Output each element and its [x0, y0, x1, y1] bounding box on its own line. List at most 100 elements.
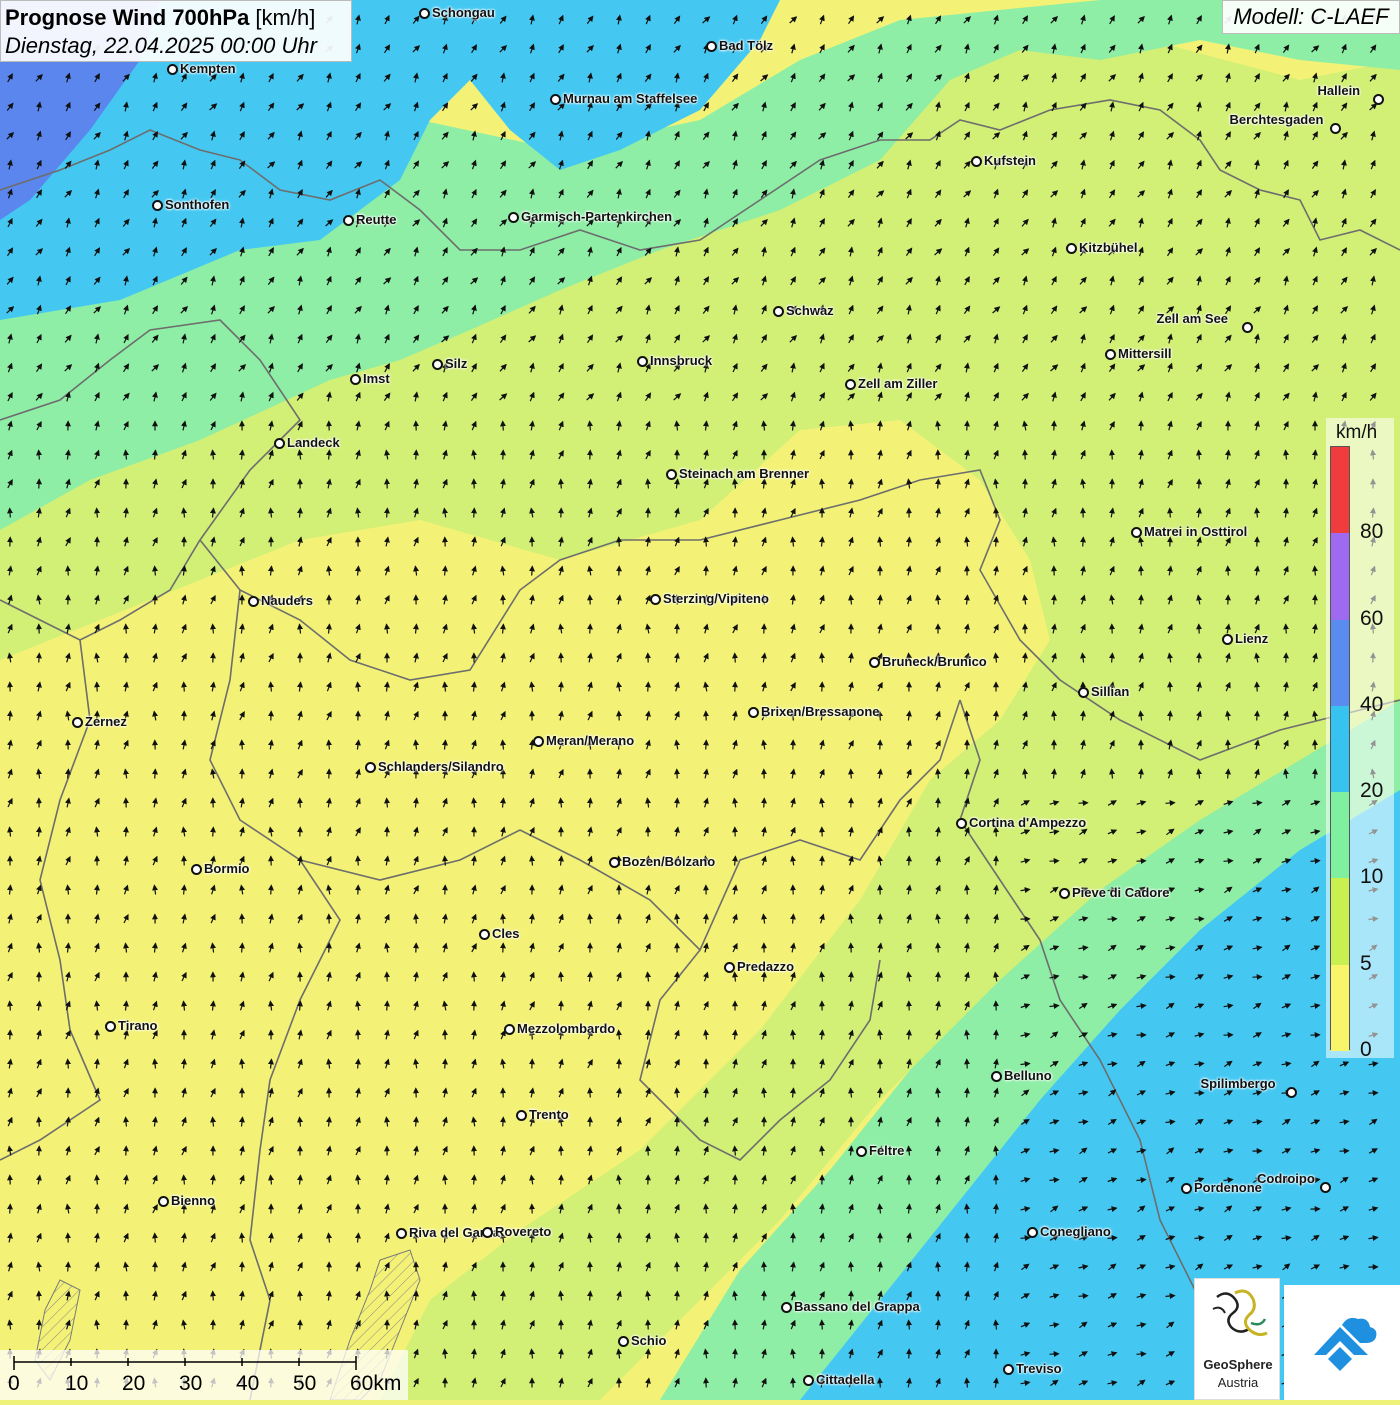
city-marker — [1181, 1183, 1192, 1194]
wind-arrow — [68, 567, 69, 576]
wind-arrow — [619, 1031, 620, 1040]
wind-arrow — [735, 1350, 736, 1359]
legend-tick-label: 80 — [1360, 520, 1383, 544]
cloud-arrow-icon — [1284, 1285, 1400, 1400]
wind-arrow — [184, 683, 185, 692]
city-marker — [350, 374, 361, 385]
legend-swatch — [1331, 792, 1349, 878]
city-label: Kitzbühel — [1079, 240, 1138, 255]
wind-arrow — [387, 799, 388, 808]
city-label: Kempten — [180, 61, 236, 76]
scale-label: 60km — [350, 1372, 401, 1396]
wind-arrow — [1315, 770, 1316, 779]
wind-arrow — [590, 1292, 591, 1301]
city-label: Imst — [363, 371, 390, 386]
wind-arrow — [39, 451, 40, 460]
city-label: Hallein — [1318, 83, 1361, 98]
wind-arrow — [155, 1234, 156, 1243]
wind-arrow — [68, 1263, 69, 1272]
wind-arrow — [822, 857, 823, 866]
wind-arrow — [764, 1263, 765, 1272]
legend-swatch — [1331, 533, 1349, 619]
city-marker — [971, 156, 982, 167]
city-label: Matrei in Osttirol — [1144, 524, 1247, 539]
wind-arrow — [677, 799, 678, 808]
city-marker — [1242, 322, 1253, 333]
title-box: Prognose Wind 700hPa [km/h] Dienstag, 22… — [0, 0, 352, 62]
city-label: Mezzolombardo — [517, 1021, 615, 1036]
wind-arrow — [300, 799, 301, 808]
city-label: Zell am Ziller — [858, 376, 937, 391]
city-label: Brixen/Bressanone — [761, 704, 880, 719]
wind-arrow — [271, 683, 272, 692]
wind-arrow — [184, 1176, 185, 1185]
wind-arrow — [764, 799, 765, 808]
city-marker — [72, 717, 83, 728]
legend-tick-label: 5 — [1360, 952, 1372, 976]
wind-arrow — [39, 1321, 40, 1330]
city-label: Bad Tölz — [719, 38, 773, 53]
geosphere-logo-icon — [1195, 1279, 1281, 1355]
wind-arrow — [1054, 596, 1055, 605]
wind-arrow — [561, 683, 562, 692]
wind-arrow — [97, 1176, 98, 1185]
wind-arrow — [445, 567, 446, 576]
wind-arrow — [474, 1176, 475, 1185]
city-label: Cortina d'Ampezzo — [969, 815, 1086, 830]
wind-arrow — [10, 1205, 11, 1214]
wind-arrow — [416, 451, 417, 460]
city-marker — [248, 596, 259, 607]
city-label: Belluno — [1004, 1068, 1052, 1083]
wind-arrow — [126, 1321, 127, 1330]
wind-arrow — [213, 1292, 214, 1301]
wind-arrow — [1021, 1238, 1030, 1239]
city-label: Tirano — [118, 1018, 158, 1033]
wind-arrow — [706, 741, 707, 750]
legend-tick-label: 40 — [1360, 693, 1383, 717]
city-marker — [1078, 687, 1089, 698]
city-label: Sterzing/Vipiteno — [663, 591, 769, 606]
wind-arrow — [1286, 625, 1287, 634]
wind-arrow — [648, 683, 649, 692]
color-legend: km/h 806040201050 — [1326, 418, 1394, 1058]
wind-arrow — [793, 1205, 794, 1214]
city-marker — [1320, 1182, 1331, 1193]
city-marker — [1330, 123, 1341, 134]
wind-arrow — [619, 538, 620, 547]
wind-arrow — [648, 480, 649, 489]
city-label: Feltre — [869, 1143, 904, 1158]
wind-arrow — [271, 886, 272, 895]
wind-arrow — [880, 915, 881, 924]
city-label: Kufstein — [984, 153, 1036, 168]
wind-arrow — [938, 973, 939, 982]
city-marker — [781, 1302, 792, 1313]
city-label: Bormio — [204, 861, 250, 876]
city-marker — [956, 818, 967, 829]
wind-arrow — [126, 1118, 127, 1127]
city-label: Schwaz — [786, 303, 834, 318]
wind-arrow — [1050, 1180, 1059, 1181]
wind-arrow — [445, 857, 446, 866]
app-logo[interactable] — [1284, 1285, 1400, 1400]
wind-arrow — [706, 1205, 707, 1214]
wind-arrow — [126, 828, 127, 837]
city-marker — [1105, 349, 1116, 360]
city-label: Innsbruck — [650, 353, 712, 368]
city-marker — [845, 379, 856, 390]
city-marker — [803, 1375, 814, 1386]
city-marker — [419, 8, 430, 19]
legend-swatch — [1331, 447, 1349, 533]
wind-arrow — [619, 1234, 620, 1243]
wind-arrow — [39, 1118, 40, 1127]
wind-arrow — [1141, 596, 1142, 605]
city-marker — [609, 857, 620, 868]
wind-arrow — [445, 1060, 446, 1069]
city-marker — [748, 707, 759, 718]
geosphere-logo[interactable]: GeoSphere Austria — [1194, 1278, 1280, 1400]
wind-arrow — [561, 1176, 562, 1185]
wind-arrow — [1112, 654, 1113, 663]
city-label: Rovereto — [495, 1224, 551, 1239]
legend-tick-label: 0 — [1360, 1038, 1372, 1062]
wind-arrow — [706, 538, 707, 547]
wind-arrow — [329, 741, 330, 750]
